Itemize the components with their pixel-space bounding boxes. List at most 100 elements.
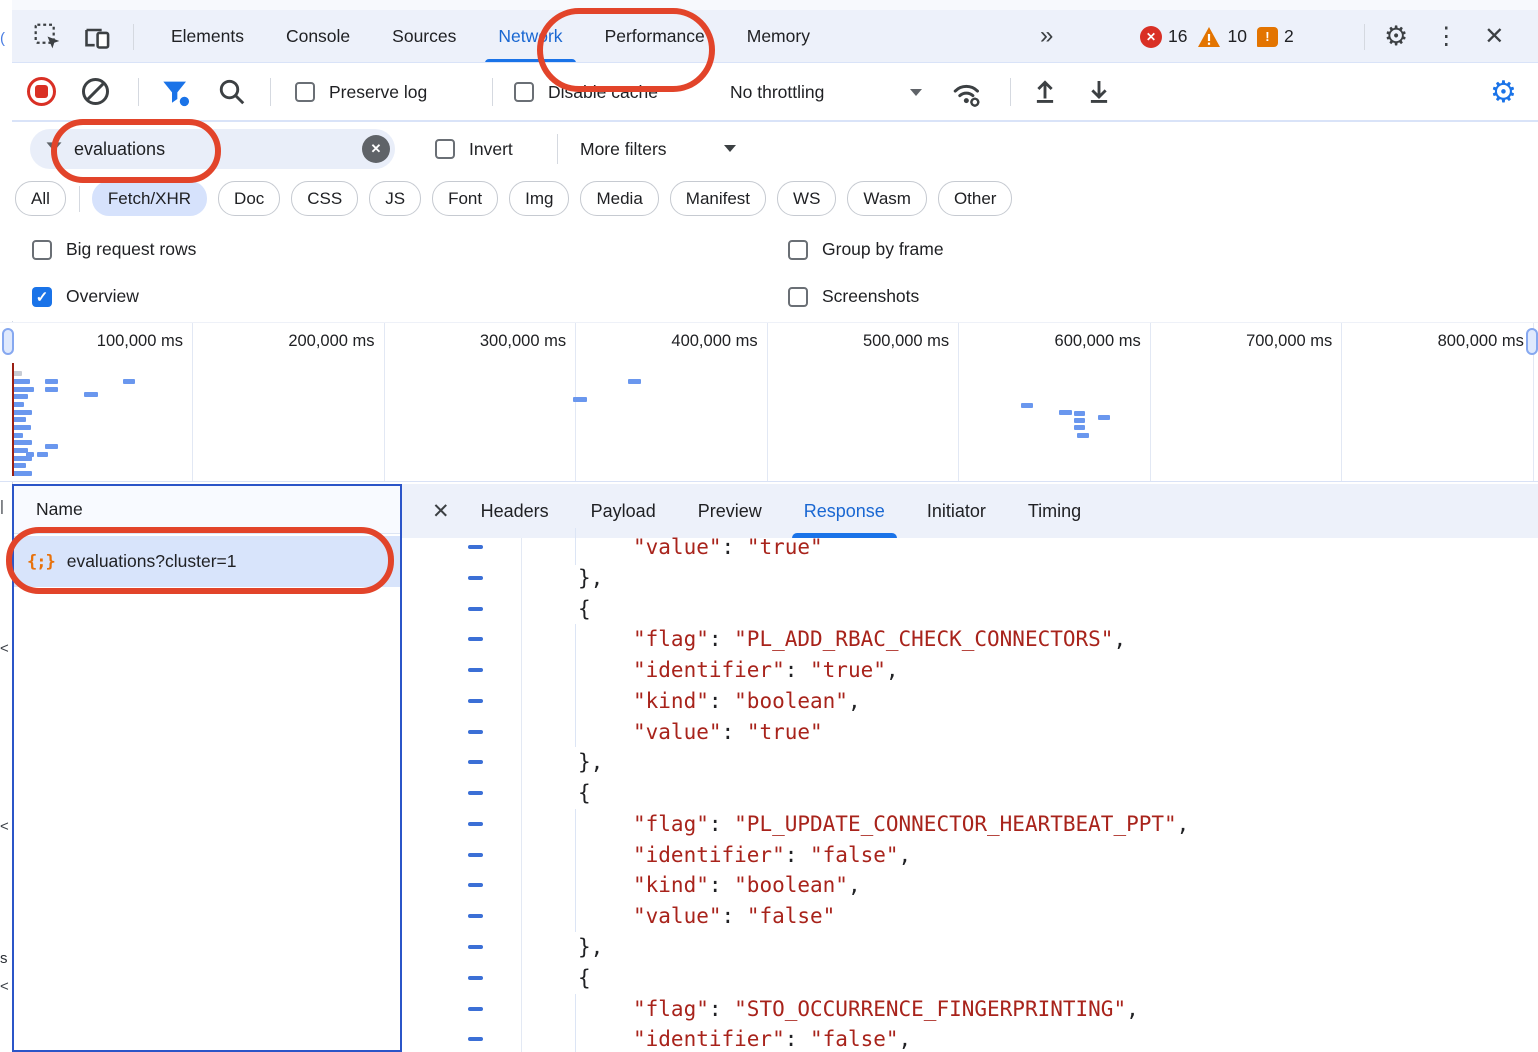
fold-gutter-dash[interactable]: [468, 699, 483, 703]
fold-gutter-dash[interactable]: [468, 607, 483, 611]
chip-js[interactable]: JS: [369, 181, 421, 216]
screenshots-checkbox[interactable]: [788, 287, 808, 307]
fold-gutter-dash[interactable]: [468, 791, 483, 795]
network-overview-timeline[interactable]: 100,000 ms200,000 ms300,000 ms400,000 ms…: [0, 322, 1538, 481]
axis-gridline: [767, 323, 768, 481]
import-har-icon[interactable]: [1030, 77, 1060, 107]
chip-media[interactable]: Media: [580, 181, 658, 216]
timeline-bar: [1059, 410, 1072, 415]
timeline-bar: [26, 452, 34, 457]
fold-gutter-dash[interactable]: [468, 637, 483, 641]
issues-badge[interactable]: !2: [1257, 26, 1294, 47]
network-settings-gear-icon[interactable]: ⚙: [1490, 75, 1517, 110]
clear-filter-icon[interactable]: ✕: [362, 135, 390, 163]
toolbar-divider: [1010, 78, 1011, 106]
export-har-icon[interactable]: [1084, 77, 1114, 107]
overview-label: Overview: [66, 286, 139, 307]
device-toolbar-icon[interactable]: [83, 24, 111, 50]
filter-input-pill[interactable]: ✕: [30, 129, 395, 169]
chip-other[interactable]: Other: [938, 181, 1013, 216]
preserve-log-checkbox[interactable]: [295, 82, 315, 102]
chip-font[interactable]: Font: [432, 181, 498, 216]
chip-css[interactable]: CSS: [291, 181, 358, 216]
throttling-select[interactable]: No throttling: [730, 82, 824, 103]
chip-manifest[interactable]: Manifest: [670, 181, 766, 216]
network-conditions-icon[interactable]: [950, 77, 984, 109]
fold-gutter-dash[interactable]: [468, 730, 483, 734]
fold-gutter-dash[interactable]: [468, 545, 483, 549]
name-column-header[interactable]: Name: [14, 486, 400, 534]
overview-left-grip[interactable]: [2, 328, 14, 355]
overview-checkbox[interactable]: ✓: [32, 287, 52, 307]
chip-img[interactable]: Img: [509, 181, 569, 216]
detail-tab-initiator[interactable]: Initiator: [906, 484, 1007, 538]
detail-tab-preview[interactable]: Preview: [677, 484, 783, 538]
overview-right-grip[interactable]: [1526, 328, 1538, 355]
toolbar-divider: [270, 78, 271, 106]
main-tabs: ElementsConsoleSourcesNetworkPerformance…: [150, 10, 831, 63]
timeline-bar: [37, 452, 48, 457]
timeline-bar: [13, 410, 32, 415]
search-icon[interactable]: [217, 77, 247, 107]
axis-gridline: [384, 323, 385, 481]
devtools-tab-bar: ElementsConsoleSourcesNetworkPerformance…: [12, 10, 1538, 63]
indent-guide: [575, 624, 576, 747]
detail-tab-response[interactable]: Response: [783, 484, 906, 538]
errors-badge[interactable]: ✕16: [1140, 26, 1187, 48]
more-filters-button[interactable]: More filters: [580, 139, 667, 160]
group-by-frame-checkbox[interactable]: [788, 240, 808, 260]
big-request-rows-checkbox[interactable]: [32, 240, 52, 260]
detail-tab-headers[interactable]: Headers: [460, 484, 570, 538]
tab-sources[interactable]: Sources: [371, 10, 477, 63]
fold-gutter-dash[interactable]: [468, 1007, 483, 1011]
fold-gutter-dash[interactable]: [468, 760, 483, 764]
fold-gutter-dash[interactable]: [468, 883, 483, 887]
detail-tab-timing[interactable]: Timing: [1007, 484, 1102, 538]
request-row[interactable]: {;}evaluations?cluster=1: [14, 536, 400, 587]
fold-gutter-dash[interactable]: [468, 1037, 483, 1041]
invert-checkbox[interactable]: [435, 139, 455, 159]
response-code-line: "kind": "boolean",: [633, 870, 861, 901]
toolbar-divider: [133, 24, 134, 50]
warnings-badge[interactable]: 10: [1197, 26, 1246, 48]
toolbar-divider: [138, 78, 139, 106]
response-code-line: "kind": "boolean",: [633, 686, 861, 717]
fold-gutter-dash[interactable]: [468, 976, 483, 980]
close-details-icon[interactable]: ✕: [432, 499, 450, 524]
inspect-element-icon[interactable]: [34, 23, 61, 50]
more-filters-caret-icon: [724, 145, 736, 152]
overflow-menu-icon[interactable]: ⋮: [1434, 22, 1458, 51]
filter-input[interactable]: [74, 139, 314, 160]
tab-console[interactable]: Console: [265, 10, 371, 63]
tab-elements[interactable]: Elements: [150, 10, 265, 63]
fold-gutter-dash[interactable]: [468, 822, 483, 826]
chip-fetch-xhr[interactable]: Fetch/XHR: [92, 181, 207, 216]
settings-gear-icon[interactable]: ⚙: [1384, 21, 1408, 52]
chip-ws[interactable]: WS: [777, 181, 836, 216]
close-devtools-icon[interactable]: ✕: [1484, 22, 1504, 51]
tab-network[interactable]: Network: [477, 10, 583, 63]
fold-gutter-dash[interactable]: [468, 853, 483, 857]
fold-gutter-dash[interactable]: [468, 576, 483, 580]
chip-all[interactable]: All: [15, 181, 66, 216]
chip-doc[interactable]: Doc: [218, 181, 280, 216]
indent-guide: [575, 809, 576, 932]
option-group-by-frame: Group by frame: [788, 239, 944, 260]
fold-gutter-dash[interactable]: [468, 914, 483, 918]
fold-gutter-dash[interactable]: [468, 668, 483, 672]
chip-wasm[interactable]: Wasm: [847, 181, 927, 216]
tab-memory[interactable]: Memory: [726, 10, 831, 63]
fold-gutter-dash[interactable]: [468, 945, 483, 949]
record-network-log-button[interactable]: [27, 77, 56, 106]
more-tabs-icon[interactable]: »: [1040, 22, 1051, 50]
disable-cache-checkbox[interactable]: [514, 82, 534, 102]
filter-funnel-icon[interactable]: [160, 77, 192, 109]
tab-performance[interactable]: Performance: [584, 10, 726, 63]
clear-network-log-icon[interactable]: [80, 76, 111, 107]
axis-gridline: [958, 323, 959, 481]
group-by-frame-label: Group by frame: [822, 239, 944, 260]
timeline-bar: [573, 397, 587, 402]
detail-tab-payload[interactable]: Payload: [570, 484, 677, 538]
response-code-line: "flag": "STO_OCCURRENCE_FINGERPRINTING",: [633, 994, 1139, 1025]
axis-tick-label: 500,000 ms: [799, 332, 949, 351]
